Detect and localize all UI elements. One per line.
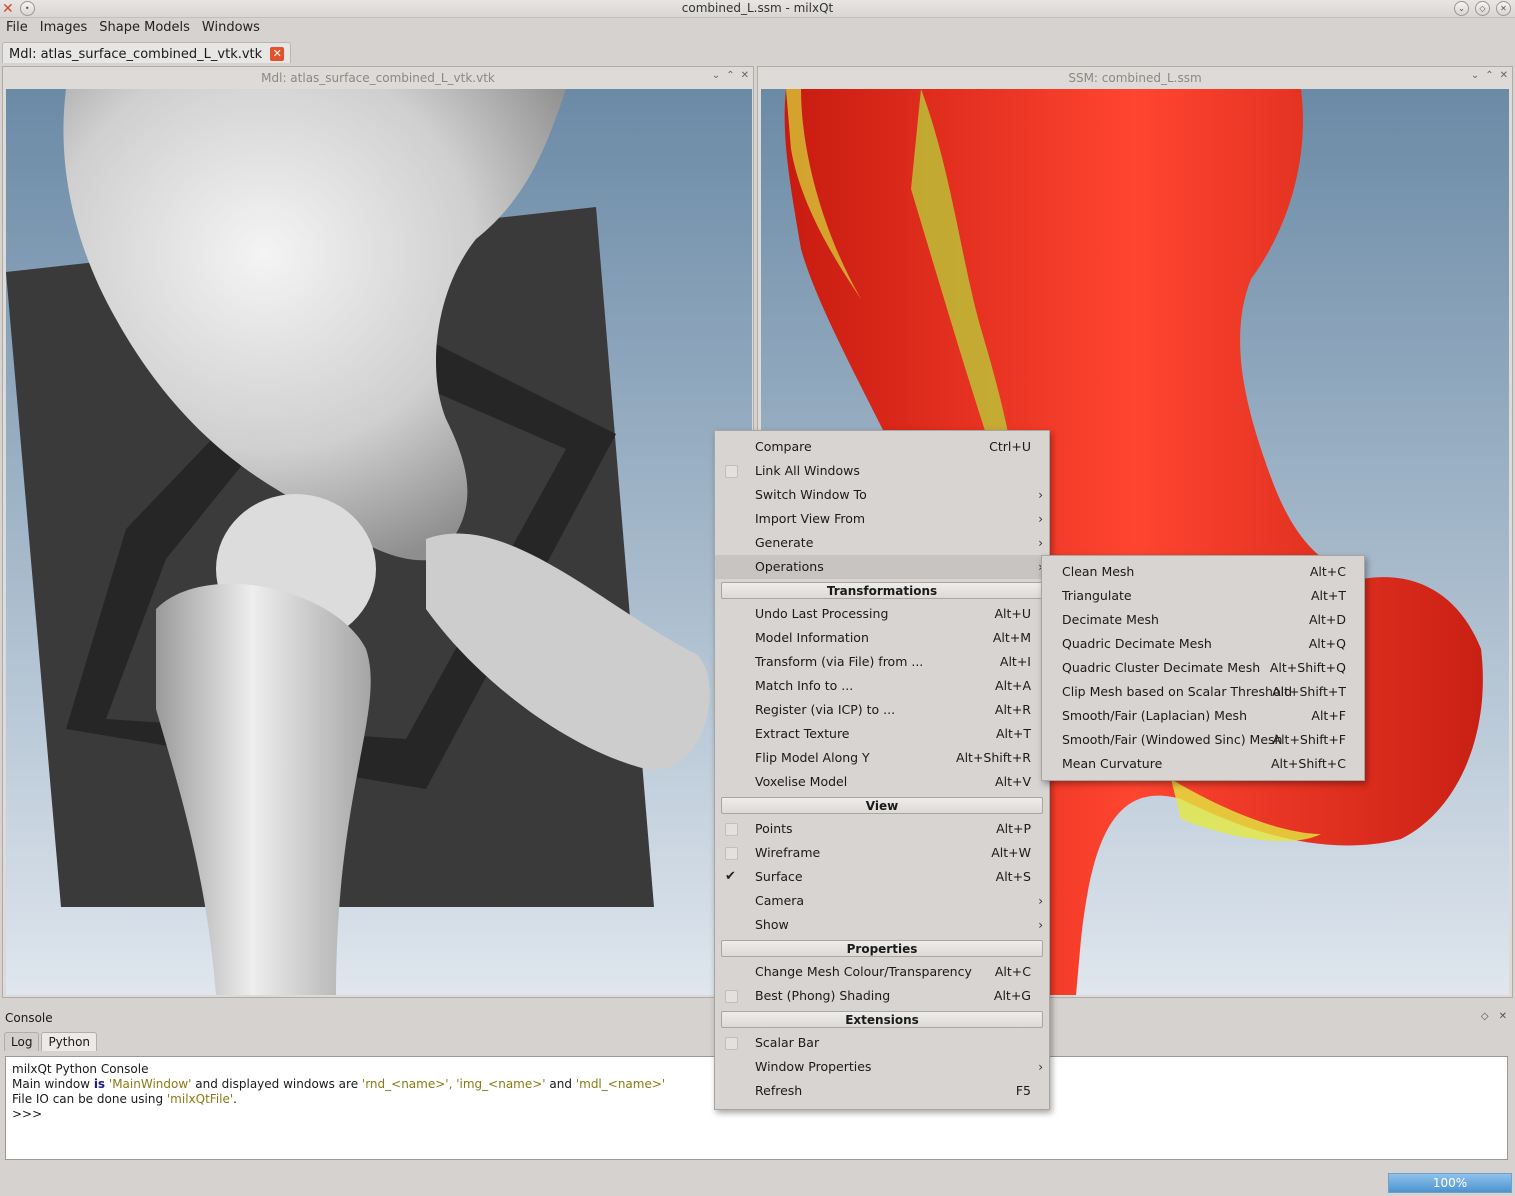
menu-item-model-information[interactable]: Model Information Alt+M	[715, 626, 1049, 650]
menu-item-quadric-cluster-decimate[interactable]: Quadric Cluster Decimate Mesh Alt+Shift+Q	[1042, 656, 1364, 680]
document-tab-label: Mdl: atlas_surface_combined_L_vtk.vtk	[9, 46, 263, 62]
progress-bar: 100%	[1388, 1173, 1512, 1193]
menu-item-register-icp[interactable]: Register (via ICP) to ... Alt+R	[715, 698, 1049, 722]
menu-item-smooth-laplacian[interactable]: Smooth/Fair (Laplacian) Mesh Alt+F	[1042, 704, 1364, 728]
close-tab-icon[interactable]: ✕	[270, 47, 285, 61]
model-window-title: Mdl: atlas_surface_combined_L_vtk.vtk	[261, 71, 495, 85]
checkmark-icon[interactable]: ✔	[725, 865, 736, 889]
close-icon[interactable]: ✕	[1500, 70, 1508, 81]
checkbox[interactable]	[725, 465, 738, 478]
menu-item-show[interactable]: Show ›	[715, 913, 1049, 937]
menu-item-match-info[interactable]: Match Info to ... Alt+A	[715, 674, 1049, 698]
checkbox[interactable]	[725, 847, 738, 860]
menu-item-change-mesh-colour[interactable]: Change Mesh Colour/Transparency Alt+C	[715, 960, 1049, 984]
console-title: Console	[5, 1011, 53, 1025]
menu-item-refresh[interactable]: Refresh F5	[715, 1079, 1049, 1103]
title-bar: ✕ • combined_L.ssm - milxQt ⌄ ◇ ✕	[0, 0, 1515, 18]
menu-item-flip-model[interactable]: Flip Model Along Y Alt+Shift+R	[715, 746, 1049, 770]
chevron-up-icon[interactable]: ⌃	[726, 70, 734, 81]
menu-item-transform-file[interactable]: Transform (via File) from ... Alt+I	[715, 650, 1049, 674]
ssm-window-title: SSM: combined_L.ssm	[1068, 71, 1202, 85]
menu-item-decimate-mesh[interactable]: Decimate Mesh Alt+D	[1042, 608, 1364, 632]
menu-item-link-all-windows[interactable]: Link All Windows	[715, 459, 1049, 483]
menu-item-surface[interactable]: ✔ Surface Alt+S	[715, 865, 1049, 889]
menu-item-camera[interactable]: Camera ›	[715, 889, 1049, 913]
menu-windows[interactable]: Windows	[202, 18, 260, 40]
close-icon[interactable]: ✕	[1499, 1011, 1507, 1022]
operations-submenu: Clean Mesh Alt+C Triangulate Alt+T Decimat…	[1041, 555, 1365, 781]
section-transformations: Transformations	[721, 582, 1043, 599]
minimize-button[interactable]: ⌄	[1454, 1, 1469, 16]
menu-item-clip-mesh[interactable]: Clip Mesh based on Scalar Threshold Alt+S…	[1042, 680, 1364, 704]
tab-log[interactable]: Log	[4, 1032, 40, 1051]
window-title: combined_L.ssm - milxQt	[681, 1, 834, 15]
chevron-right-icon: ›	[1038, 512, 1043, 526]
menu-item-phong-shading[interactable]: Best (Phong) Shading Alt+G	[715, 984, 1049, 1008]
status-bar: 100%	[0, 1168, 1515, 1196]
chevron-right-icon: ›	[1038, 918, 1043, 932]
menu-item-compare[interactable]: Compare Ctrl+U	[715, 435, 1049, 459]
chevron-down-icon[interactable]: ⌄	[1471, 70, 1479, 81]
section-properties: Properties	[721, 940, 1043, 957]
menu-item-quadric-decimate[interactable]: Quadric Decimate Mesh Alt+Q	[1042, 632, 1364, 656]
menu-file[interactable]: File	[6, 18, 28, 40]
menu-item-import-view-from[interactable]: Import View From ›	[715, 507, 1049, 531]
close-icon[interactable]: ✕	[741, 70, 749, 81]
menu-item-clean-mesh[interactable]: Clean Mesh Alt+C	[1042, 560, 1364, 584]
menu-bar: File Images Shape Models Windows	[0, 18, 1515, 40]
section-extensions: Extensions	[721, 1011, 1043, 1028]
menu-item-window-properties[interactable]: Window Properties ›	[715, 1055, 1049, 1079]
menu-item-mean-curvature[interactable]: Mean Curvature Alt+Shift+C	[1042, 752, 1364, 776]
model-3d-viewport[interactable]	[6, 89, 752, 995]
float-icon[interactable]: ◇	[1481, 1011, 1489, 1022]
section-view: View	[721, 797, 1043, 814]
chevron-down-icon[interactable]: ⌄	[712, 70, 720, 81]
menu-item-triangulate[interactable]: Triangulate Alt+T	[1042, 584, 1364, 608]
document-tab[interactable]: Mdl: atlas_surface_combined_L_vtk.vtk ✕	[2, 42, 292, 63]
chevron-right-icon: ›	[1038, 488, 1043, 502]
context-menu: Compare Ctrl+U Link All Windows Switch Wi…	[714, 430, 1050, 1110]
checkbox[interactable]	[725, 1037, 738, 1050]
menu-item-undo[interactable]: Undo Last Processing Alt+U	[715, 602, 1049, 626]
chevron-up-icon[interactable]: ⌃	[1485, 70, 1493, 81]
menu-item-generate[interactable]: Generate ›	[715, 531, 1049, 555]
checkbox[interactable]	[725, 823, 738, 836]
menu-item-extract-texture[interactable]: Extract Texture Alt+T	[715, 722, 1049, 746]
maximize-button[interactable]: ◇	[1475, 1, 1490, 16]
menu-item-operations[interactable]: Operations›	[715, 555, 1049, 579]
menu-item-wireframe[interactable]: Wireframe Alt+W	[715, 841, 1049, 865]
menu-images[interactable]: Images	[40, 18, 88, 40]
checkbox[interactable]	[725, 990, 738, 1003]
bone-model-render	[6, 89, 710, 995]
menu-item-smooth-windowed-sinc[interactable]: Smooth/Fair (Windowed Sinc) Mesh Alt+Shif…	[1042, 728, 1364, 752]
menu-shape-models[interactable]: Shape Models	[99, 18, 190, 40]
chevron-right-icon: ›	[1038, 894, 1043, 908]
menu-item-scalar-bar[interactable]: Scalar Bar	[715, 1031, 1049, 1055]
console-tabs: Log Python	[4, 1032, 98, 1051]
model-window: Mdl: atlas_surface_combined_L_vtk.vtk ⌄ …	[2, 66, 754, 998]
menu-item-points[interactable]: Points Alt+P	[715, 817, 1049, 841]
menu-item-voxelise[interactable]: Voxelise Model Alt+V	[715, 770, 1049, 794]
tab-python[interactable]: Python	[41, 1032, 98, 1051]
close-button[interactable]: ✕	[1496, 1, 1511, 16]
chevron-right-icon: ›	[1038, 536, 1043, 550]
menu-item-switch-window-to[interactable]: Switch Window To ›	[715, 483, 1049, 507]
chevron-right-icon: ›	[1038, 1060, 1043, 1074]
